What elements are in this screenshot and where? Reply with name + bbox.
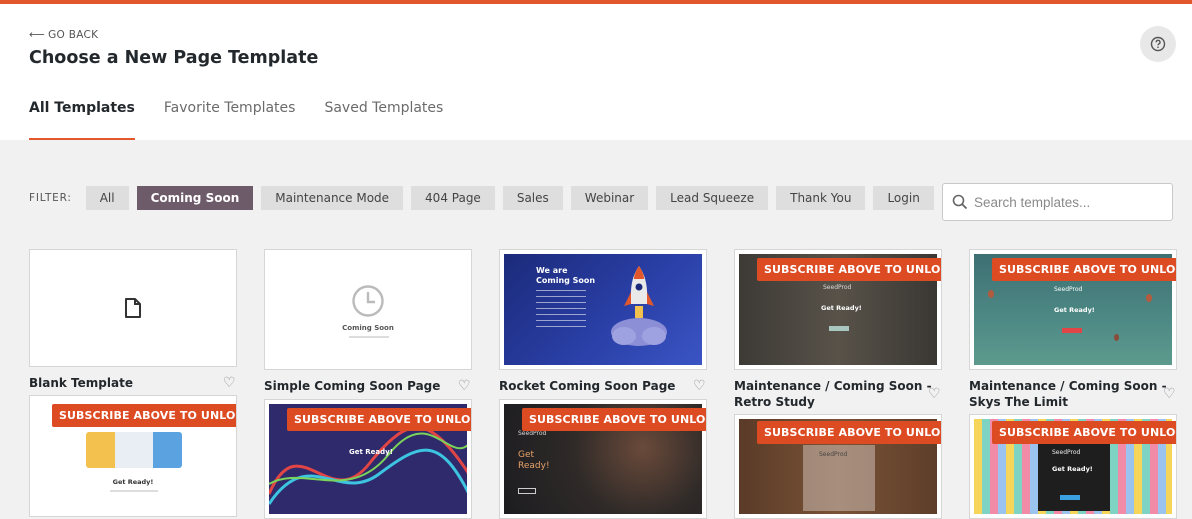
- thumb-illustration: [86, 432, 182, 468]
- filter-chip-404-page[interactable]: 404 Page: [411, 186, 495, 210]
- page-header: ⟵ GO BACK Choose a New Page Template All…: [0, 4, 1192, 140]
- thumb-logo: SeedProd: [1052, 449, 1081, 456]
- filter-label: FILTER:: [29, 192, 72, 204]
- thumb-image: We are Coming Soon: [504, 254, 702, 365]
- thumb-subtext-line: [349, 336, 389, 338]
- filter-chip-maintenance-mode[interactable]: Maintenance Mode: [261, 186, 404, 210]
- thumb-button: [1062, 328, 1082, 333]
- help-icon: [1150, 36, 1166, 52]
- thumb-heading: Get Ready!: [821, 304, 862, 312]
- go-back-label: GO BACK: [48, 28, 99, 41]
- filter-chip-sales[interactable]: Sales: [502, 186, 563, 210]
- filter-chip-login[interactable]: Login: [873, 186, 934, 210]
- heart-icon[interactable]: ♡: [458, 379, 471, 393]
- unlock-badge[interactable]: SUBSCRIBE ABOVE TO UNLOCK: [757, 421, 941, 444]
- filter-bar: FILTER: All Coming Soon Maintenance Mode…: [29, 186, 942, 210]
- unlock-badge[interactable]: SUBSCRIBE ABOVE TO UNLOCK: [522, 408, 706, 431]
- thumb-heading: Get Ready!: [112, 478, 154, 486]
- heart-icon[interactable]: ♡: [223, 376, 236, 390]
- thumb-heading: Get Ready!: [518, 450, 550, 471]
- template-thumbnail[interactable]: Get Ready! SUBSCRIBE ABOVE TO UNLOCK: [29, 395, 237, 517]
- unlock-badge[interactable]: SUBSCRIBE ABOVE TO UNLOCK: [992, 258, 1176, 281]
- template-thumbnail[interactable]: [29, 249, 237, 367]
- unlock-badge[interactable]: SUBSCRIBE ABOVE TO UNLOCK: [757, 258, 941, 281]
- thumb-logo: SeedProd: [823, 284, 852, 291]
- filter-chip-thank-you[interactable]: Thank You: [776, 186, 866, 210]
- thumb-logo: SeedProd: [518, 430, 547, 437]
- clock-icon: [352, 285, 384, 317]
- tab-all-templates[interactable]: All Templates: [29, 100, 135, 140]
- rocket-icon: [611, 266, 667, 346]
- balloon-decoration: [988, 290, 994, 298]
- template-thumbnail[interactable]: SeedProd Get Ready! SUBSCRIBE ABOVE TO U…: [734, 249, 942, 370]
- filter-chip-webinar[interactable]: Webinar: [570, 186, 649, 210]
- thumb-list: [536, 290, 586, 330]
- template-thumbnail[interactable]: SeedProd Get Ready! SUBSCRIBE ABOVE TO U…: [969, 414, 1177, 519]
- unlock-badge[interactable]: SUBSCRIBE ABOVE TO UNLOCK: [992, 421, 1176, 444]
- template-title-line1: Maintenance / Coming Soon -: [734, 379, 932, 393]
- unlock-badge[interactable]: SUBSCRIBE ABOVE TO UNLOCK: [287, 408, 471, 431]
- thumb-logo: SeedProd: [819, 451, 848, 458]
- template-thumbnail[interactable]: Get Ready! SUBSCRIBE ABOVE TO UNLOCK: [264, 399, 472, 519]
- template-title: Blank Template: [29, 376, 133, 390]
- template-tabs: All Templates Favorite Templates Saved T…: [29, 100, 472, 140]
- template-title: Simple Coming Soon Page: [264, 379, 441, 393]
- help-button[interactable]: [1140, 26, 1176, 62]
- thumb-heading: We are Coming Soon: [536, 266, 596, 285]
- thumb-logo: SeedProd: [1054, 286, 1083, 293]
- template-title: Rocket Coming Soon Page: [499, 379, 676, 393]
- filter-chip-lead-squeeze[interactable]: Lead Squeeze: [656, 186, 769, 210]
- thumb-button: [1060, 495, 1080, 500]
- balloon-decoration: [1146, 294, 1152, 302]
- template-title-line2: Retro Study: [734, 395, 815, 409]
- search-icon: [952, 194, 968, 210]
- file-icon: [125, 298, 141, 318]
- template-thumbnail[interactable]: SeedProd Get Ready! SUBSCRIBE ABOVE TO U…: [499, 399, 707, 519]
- template-thumbnail[interactable]: SeedProd Get Ready! SUBSCRIBE ABOVE TO U…: [969, 249, 1177, 370]
- thumb-heading: Get Ready!: [349, 448, 393, 456]
- thumb-subtext-line: [110, 490, 158, 492]
- arrow-left-icon: ⟵: [29, 28, 46, 41]
- heart-icon[interactable]: ♡: [1163, 387, 1176, 401]
- tab-favorite-templates[interactable]: Favorite Templates: [164, 100, 296, 140]
- thumb-heading: Coming Soon: [342, 324, 394, 332]
- heart-icon[interactable]: ♡: [928, 387, 941, 401]
- thumb-button: [518, 488, 536, 494]
- search-box: [942, 183, 1173, 221]
- page-title: Choose a New Page Template: [29, 48, 319, 68]
- filter-chip-coming-soon[interactable]: Coming Soon: [136, 186, 254, 210]
- thumb-button: [829, 326, 849, 331]
- template-title-line1: Maintenance / Coming Soon -: [969, 379, 1167, 393]
- heart-icon[interactable]: ♡: [693, 379, 706, 393]
- thumb-heading: Get Ready!: [1054, 306, 1095, 314]
- search-input[interactable]: [974, 194, 1164, 210]
- filter-chip-all[interactable]: All: [85, 186, 129, 210]
- template-thumbnail[interactable]: We are Coming Soon: [499, 249, 707, 370]
- unlock-badge[interactable]: SUBSCRIBE ABOVE TO UNLOCK: [52, 404, 236, 427]
- template-title-line2: Skys The Limit: [969, 395, 1068, 409]
- template-thumbnail[interactable]: Coming Soon: [264, 249, 472, 370]
- thumb-heading: Get Ready!: [1052, 465, 1093, 473]
- balloon-decoration: [1114, 334, 1119, 341]
- go-back-link[interactable]: ⟵ GO BACK: [29, 28, 98, 41]
- template-thumbnail[interactable]: SeedProd SUBSCRIBE ABOVE TO UNLOCK: [734, 414, 942, 519]
- tab-saved-templates[interactable]: Saved Templates: [324, 100, 443, 140]
